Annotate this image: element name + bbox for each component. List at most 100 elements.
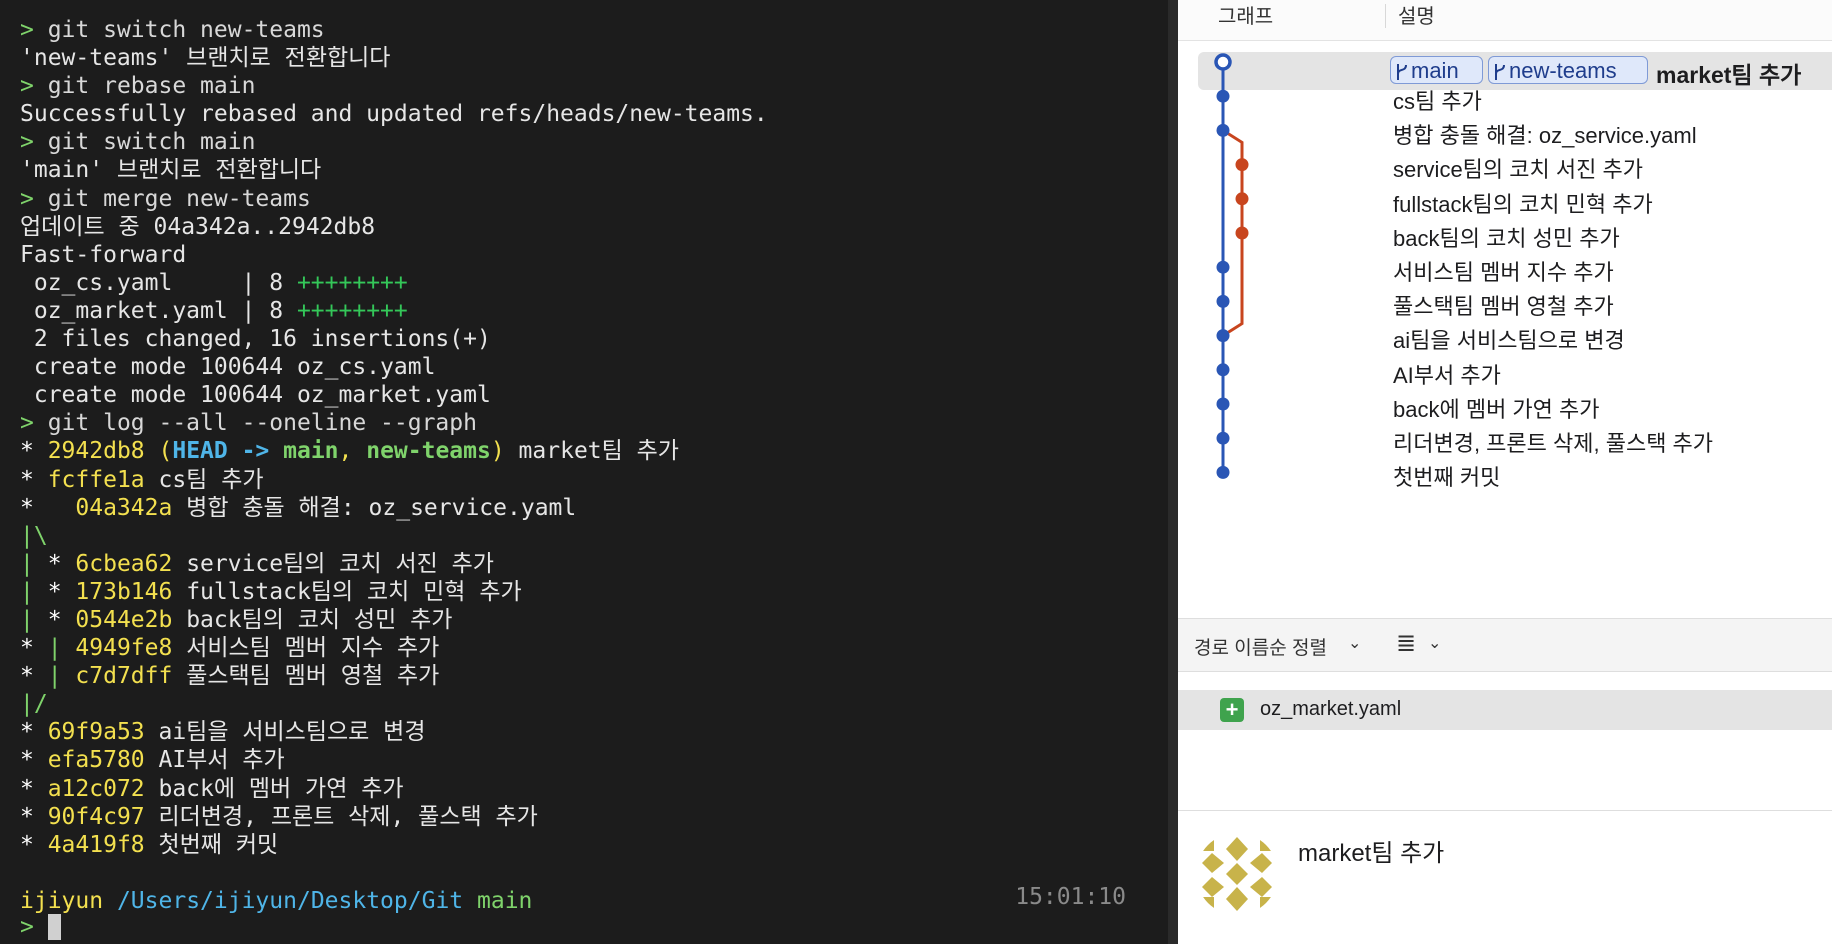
terminal-text: >	[20, 129, 48, 156]
terminal-text: 병합 충돌 해결: oz_service.yaml	[172, 494, 577, 521]
sort-by-path-button[interactable]: 경로 이름순 정렬	[1194, 633, 1327, 660]
terminal-line: > git switch main	[20, 128, 768, 156]
terminal-text: |\	[20, 522, 48, 549]
terminal-text: >	[20, 17, 48, 43]
terminal-line: * a12c072 back에 멤버 가연 추가	[20, 775, 768, 803]
terminal-text: Fast-forward	[20, 241, 187, 268]
terminal-line: 업데이트 중 04a342a..2942db8	[20, 213, 768, 241]
commit-row-message[interactable]: 풀스택팀 멤버 영철 추가	[1393, 289, 1614, 321]
terminal-text: 90f4c97	[47, 803, 145, 830]
terminal-line: | * 0544e2b back팀의 코치 성민 추가	[20, 606, 768, 634]
terminal-text: 서비스팀 멤버 지수 추가	[172, 635, 440, 662]
terminal-line: > git merge new-teams	[20, 185, 768, 213]
terminal-text: cs팀 추가	[144, 466, 264, 493]
terminal-text: back팀의 코치 성민 추가	[172, 606, 453, 633]
chevron-down-icon[interactable]: ⌄	[1428, 633, 1441, 653]
terminal-line	[20, 859, 768, 887]
commit-node	[1235, 226, 1249, 240]
terminal-line: * 2942db8 (HEAD -> main, new-teams) mark…	[20, 437, 768, 465]
terminal-text: 첫번째 커밋	[144, 831, 279, 858]
terminal-text: *	[20, 494, 76, 521]
terminal-text: *	[20, 438, 48, 465]
branch-badge-new-teams[interactable]: new-teams	[1488, 56, 1648, 84]
changed-file-row[interactable]: + oz_market.yaml	[1178, 690, 1832, 730]
commit-row-message[interactable]: 리더변경, 프론트 삭제, 풀스택 추가	[1393, 426, 1713, 458]
terminal-text: /Users/ijiyun/Desktop/Git	[116, 887, 464, 914]
terminal-line: * 04a342a 병합 충돌 해결: oz_service.yaml	[20, 494, 768, 522]
terminal-text: 4949fe8	[75, 635, 173, 662]
terminal-text: ,	[338, 438, 367, 465]
split-divider[interactable]	[1168, 0, 1178, 944]
terminal-prompt: >	[20, 914, 34, 940]
terminal-text: create mode 100644 oz_cs.yaml	[20, 354, 436, 381]
commit-row-message[interactable]: 병합 충돌 해결: oz_service.yaml	[1393, 118, 1697, 150]
terminal-text: oz_cs.yaml | 8	[20, 269, 297, 296]
author-avatar	[1196, 833, 1278, 915]
commit-node	[1216, 89, 1230, 103]
terminal-text: git merge new-teams	[47, 185, 311, 212]
terminal-line: * 4a419f8 첫번째 커밋	[20, 831, 768, 859]
terminal-line: oz_market.yaml | 8 ++++++++	[20, 297, 768, 325]
terminal-text: fcffe1a	[47, 466, 145, 493]
commit-row-message[interactable]: 첫번째 커밋	[1393, 460, 1500, 492]
commit-row-message[interactable]: service팀의 코치 서진 추가	[1393, 152, 1643, 184]
commit-row-message[interactable]: AI부서 추가	[1393, 358, 1501, 390]
terminal-line: create mode 100644 oz_market.yaml	[20, 381, 768, 409]
terminal-text: |	[47, 635, 76, 662]
list-view-icon[interactable]: ≣	[1396, 629, 1416, 658]
terminal-window[interactable]: > git switch new-teams'new-teams' 브랜치로 전…	[0, 0, 1168, 944]
terminal-text: back에 멤버 가연 추가	[144, 775, 404, 802]
column-separator[interactable]	[1385, 4, 1386, 28]
terminal-text: oz_market.yaml | 8	[20, 297, 297, 324]
terminal-line: 2 files changed, 16 insertions(+)	[20, 325, 768, 353]
terminal-text: ++++++++	[296, 297, 408, 324]
terminal-line: * | 4949fe8 서비스팀 멤버 지수 추가	[20, 634, 768, 662]
terminal-text: 'new-teams' 브랜치로 전환합니다	[20, 45, 391, 72]
terminal-line: > git rebase main	[20, 72, 768, 100]
chevron-down-icon[interactable]: ⌄	[1348, 633, 1361, 653]
git-client-panel: 그래프 설명 main new-teams market팀 추가 cs팀 추가 병…	[1178, 0, 1832, 944]
commit-row-message[interactable]: ai팀을 서비스팀으로 변경	[1393, 323, 1625, 355]
terminal-line: |/	[20, 690, 768, 718]
terminal-text: |	[20, 606, 48, 633]
commit-node	[1216, 329, 1230, 343]
terminal-text: *	[20, 719, 48, 746]
commit-node	[1235, 158, 1249, 172]
terminal-text: 173b146	[75, 578, 173, 605]
terminal-text: >	[20, 73, 48, 100]
commit-row-message[interactable]: 서비스팀 멤버 지수 추가	[1393, 255, 1614, 287]
commit-node	[1216, 431, 1230, 445]
terminal-text: ++++++++	[296, 269, 408, 296]
branch-badge-label: main	[1411, 58, 1459, 83]
terminal-output: > git switch new-teams'new-teams' 브랜치로 전…	[20, 16, 768, 915]
terminal-text: >	[20, 410, 48, 437]
description-column-header[interactable]: 설명	[1398, 0, 1435, 29]
commit-graph	[1214, 53, 1249, 479]
terminal-text: |	[47, 663, 76, 690]
terminal-text: *	[47, 606, 76, 633]
terminal-line: * 90f4c97 리더변경, 프론트 삭제, 풀스택 추가	[20, 803, 768, 831]
branch-badge-main[interactable]: main	[1390, 56, 1483, 84]
commit-row-message[interactable]: fullstack팀의 코치 민혁 추가	[1393, 187, 1653, 219]
branch-badge-label: new-teams	[1509, 58, 1617, 83]
terminal-text: 'main' 브랜치로 전환합니다	[20, 157, 322, 184]
terminal-text: AI부서 추가	[144, 747, 285, 774]
terminal-line: 'new-teams' 브랜치로 전환합니다	[20, 44, 768, 72]
terminal-line: ijiyun /Users/ijiyun/Desktop/Git main	[20, 887, 768, 915]
graph-column-header[interactable]: 그래프	[1218, 0, 1273, 29]
terminal-line: * 69f9a53 ai팀을 서비스팀으로 변경	[20, 718, 768, 746]
terminal-line: create mode 100644 oz_cs.yaml	[20, 353, 768, 381]
terminal-text: service팀의 코치 서진 추가	[172, 550, 494, 577]
terminal-cursor[interactable]	[48, 914, 61, 940]
commit-node	[1216, 363, 1230, 377]
commit-row-message[interactable]: back에 멤버 가연 추가	[1393, 392, 1600, 424]
terminal-text: Successfully rebased and updated refs/he…	[20, 101, 768, 128]
terminal-text: c7d7dff	[75, 663, 173, 690]
terminal-text: (	[158, 438, 173, 465]
commit-row-message[interactable]: back팀의 코치 성민 추가	[1393, 221, 1620, 253]
commit-node	[1216, 123, 1230, 137]
commit-node	[1216, 294, 1230, 308]
terminal-text: ai팀을 서비스팀으로 변경	[144, 719, 426, 746]
commit-row-message[interactable]: cs팀 추가	[1393, 84, 1482, 116]
